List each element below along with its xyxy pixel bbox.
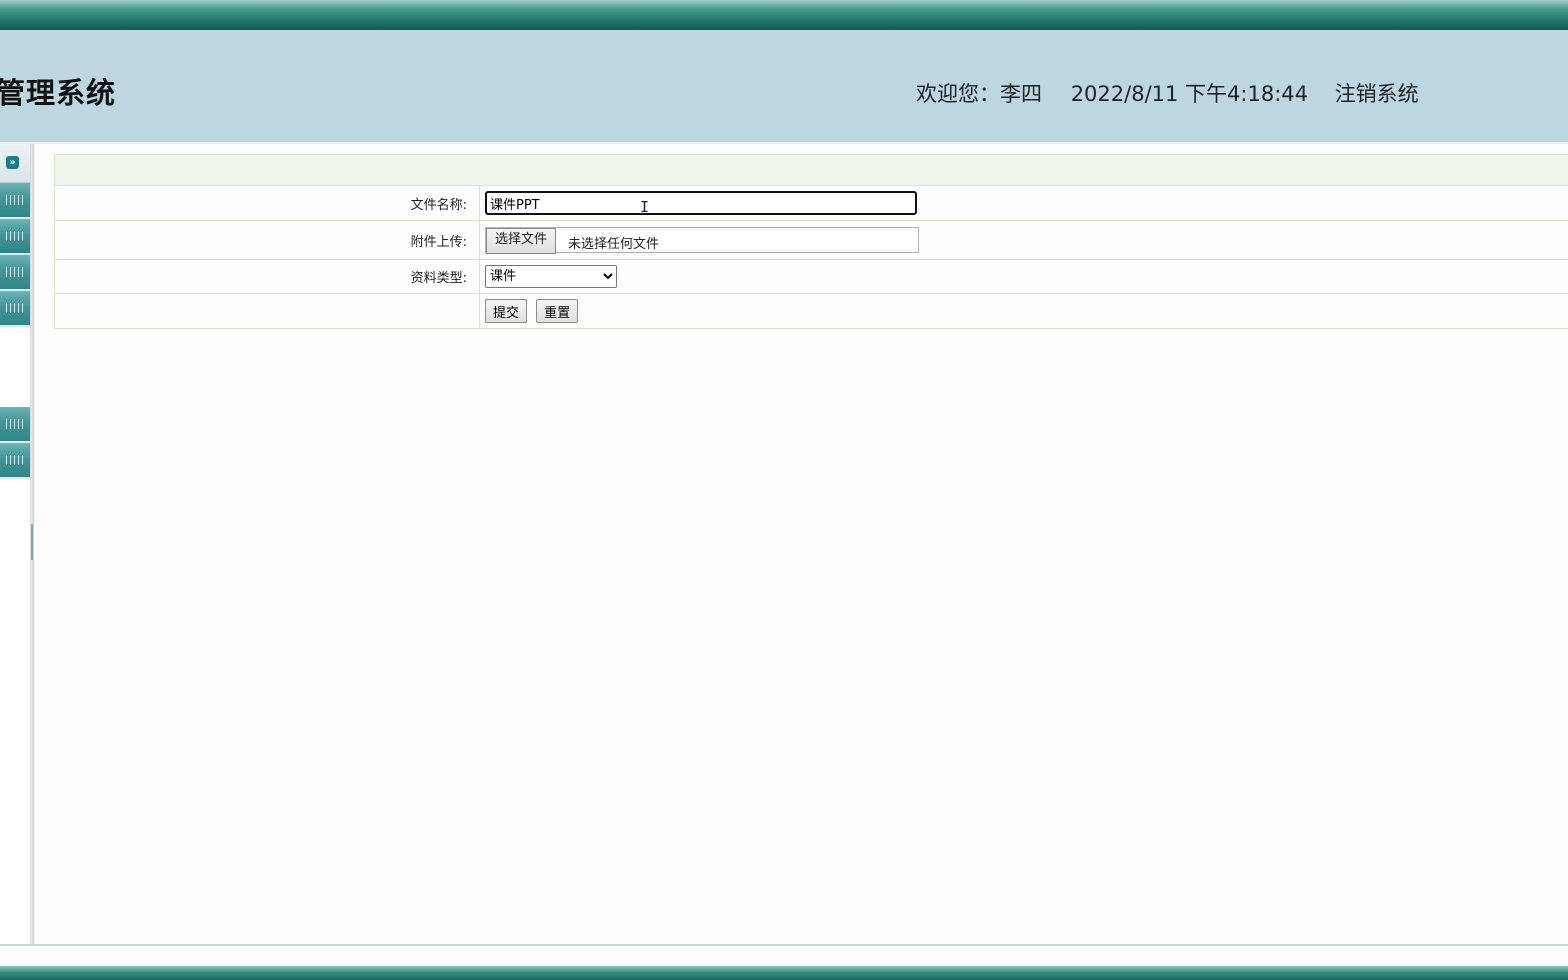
header-info: 欢迎您：李四 2022/8/11 下午4:18:44 注销系统: [916, 78, 1441, 108]
welcome-text: 欢迎您：李四: [916, 82, 1042, 106]
upload-form: 文件名称: 附件上传: 选择文件 未选择任何文件 资料类型: 课件: [54, 154, 1568, 329]
header: 管理系统 欢迎您：李四 2022/8/11 下午4:18:44 注销系统: [0, 30, 1568, 142]
actions-cell: 提交 重置: [479, 293, 1568, 329]
submit-button[interactable]: 提交: [485, 299, 528, 323]
grip-icon: [6, 455, 24, 465]
form-header-cell: [54, 154, 1568, 186]
double-chevron-down-icon[interactable]: »: [6, 156, 19, 169]
material-type-cell: 课件: [479, 259, 1568, 294]
grip-icon: [6, 303, 24, 313]
splitter-handle[interactable]: [31, 524, 33, 560]
actions-label-cell: [54, 293, 480, 329]
sidebar-toggle[interactable]: »: [0, 144, 30, 183]
main-content: 文件名称: 附件上传: 选择文件 未选择任何文件 资料类型: 课件: [34, 144, 1568, 944]
sidebar-item-6[interactable]: [0, 443, 30, 479]
row-file-name: 文件名称:: [54, 185, 1568, 221]
sidebar-item-5[interactable]: [0, 407, 30, 443]
clock: 2022/8/11 下午4:18:44: [1070, 82, 1308, 106]
sidebar-item-4[interactable]: [0, 291, 30, 327]
attachment-cell: 选择文件 未选择任何文件: [479, 220, 1568, 260]
row-attachment: 附件上传: 选择文件 未选择任何文件: [54, 220, 1568, 260]
sidebar-item-1[interactable]: [0, 183, 30, 219]
text-cursor-icon: I: [640, 198, 650, 216]
top-bar: [0, 0, 1568, 30]
footer: [0, 946, 1568, 980]
sidebar-item-2[interactable]: [0, 219, 30, 255]
attachment-label: 附件上传:: [54, 220, 480, 260]
grip-icon: [6, 231, 24, 241]
file-status: 未选择任何文件: [568, 237, 660, 252]
sidebar: »: [0, 144, 30, 944]
logout-link[interactable]: 注销系统: [1335, 82, 1419, 106]
grip-icon: [6, 419, 24, 429]
sidebar-item-3[interactable]: [0, 255, 30, 291]
material-type-select[interactable]: 课件: [485, 265, 617, 288]
grip-icon: [6, 195, 24, 205]
file-name-label: 文件名称:: [54, 185, 480, 221]
reset-button[interactable]: 重置: [536, 299, 579, 323]
row-material-type: 资料类型: 课件: [54, 259, 1568, 294]
grip-icon: [6, 267, 24, 277]
form-header: [54, 154, 1568, 186]
file-name-input[interactable]: [485, 191, 917, 215]
system-title: 管理系统: [0, 76, 117, 110]
material-type-label: 资料类型:: [54, 259, 480, 294]
file-picker[interactable]: 选择文件 未选择任何文件: [485, 227, 919, 254]
row-actions: 提交 重置: [54, 293, 1568, 329]
footer-bar: [0, 966, 1568, 980]
choose-file-button[interactable]: 选择文件: [486, 228, 557, 254]
